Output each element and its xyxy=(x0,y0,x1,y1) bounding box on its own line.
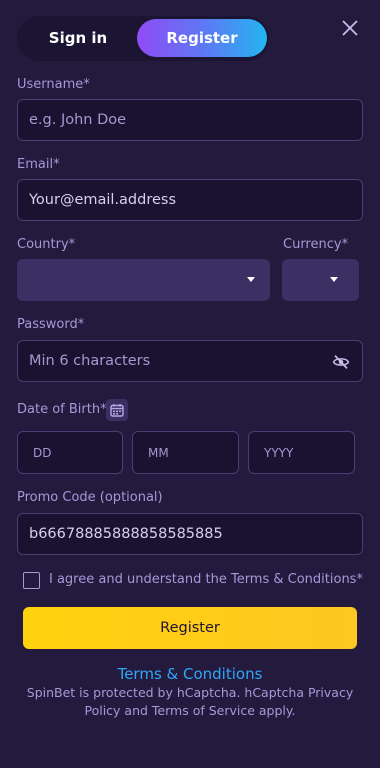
tab-register[interactable]: Register xyxy=(137,19,267,57)
terms-checkbox[interactable] xyxy=(23,572,40,589)
auth-tabs: Sign in Register xyxy=(17,16,269,61)
country-select[interactable] xyxy=(17,259,270,301)
chevron-down-icon xyxy=(247,277,255,282)
dob-month-input[interactable]: MM xyxy=(132,431,239,474)
tab-signin[interactable]: Sign in xyxy=(19,19,137,57)
terms-conditions-link[interactable]: Terms & Conditions xyxy=(0,665,380,683)
currency-label: Currency* xyxy=(283,237,349,252)
username-label: Username* xyxy=(17,77,90,92)
promo-label: Promo Code (optional) xyxy=(17,490,163,505)
email-label: Email* xyxy=(17,157,60,172)
dob-label: Date of Birth* xyxy=(17,402,107,417)
captcha-notice: SpinBet is protected by hCaptcha. hCaptc… xyxy=(26,685,354,718)
password-placeholder: Min 6 characters xyxy=(29,353,151,369)
email-input[interactable]: Your@email.address xyxy=(17,179,363,221)
dob-day-input[interactable]: DD xyxy=(17,431,123,474)
promo-code-input[interactable]: b66678885888858585885 xyxy=(17,513,363,555)
eye-off-icon[interactable] xyxy=(332,353,350,371)
chevron-down-icon xyxy=(330,277,338,282)
country-label: Country* xyxy=(17,237,76,252)
terms-agree-text: I agree and understand the Terms & Condi… xyxy=(49,572,363,587)
close-icon[interactable] xyxy=(340,18,360,38)
register-submit-button[interactable]: Register xyxy=(23,607,357,649)
calendar-icon[interactable] xyxy=(106,399,128,421)
username-input[interactable]: e.g. John Doe xyxy=(17,99,363,141)
currency-select[interactable] xyxy=(282,259,359,301)
password-label: Password* xyxy=(17,317,85,332)
dob-year-input[interactable]: YYYY xyxy=(248,431,355,474)
password-input[interactable]: Min 6 characters xyxy=(17,340,363,382)
